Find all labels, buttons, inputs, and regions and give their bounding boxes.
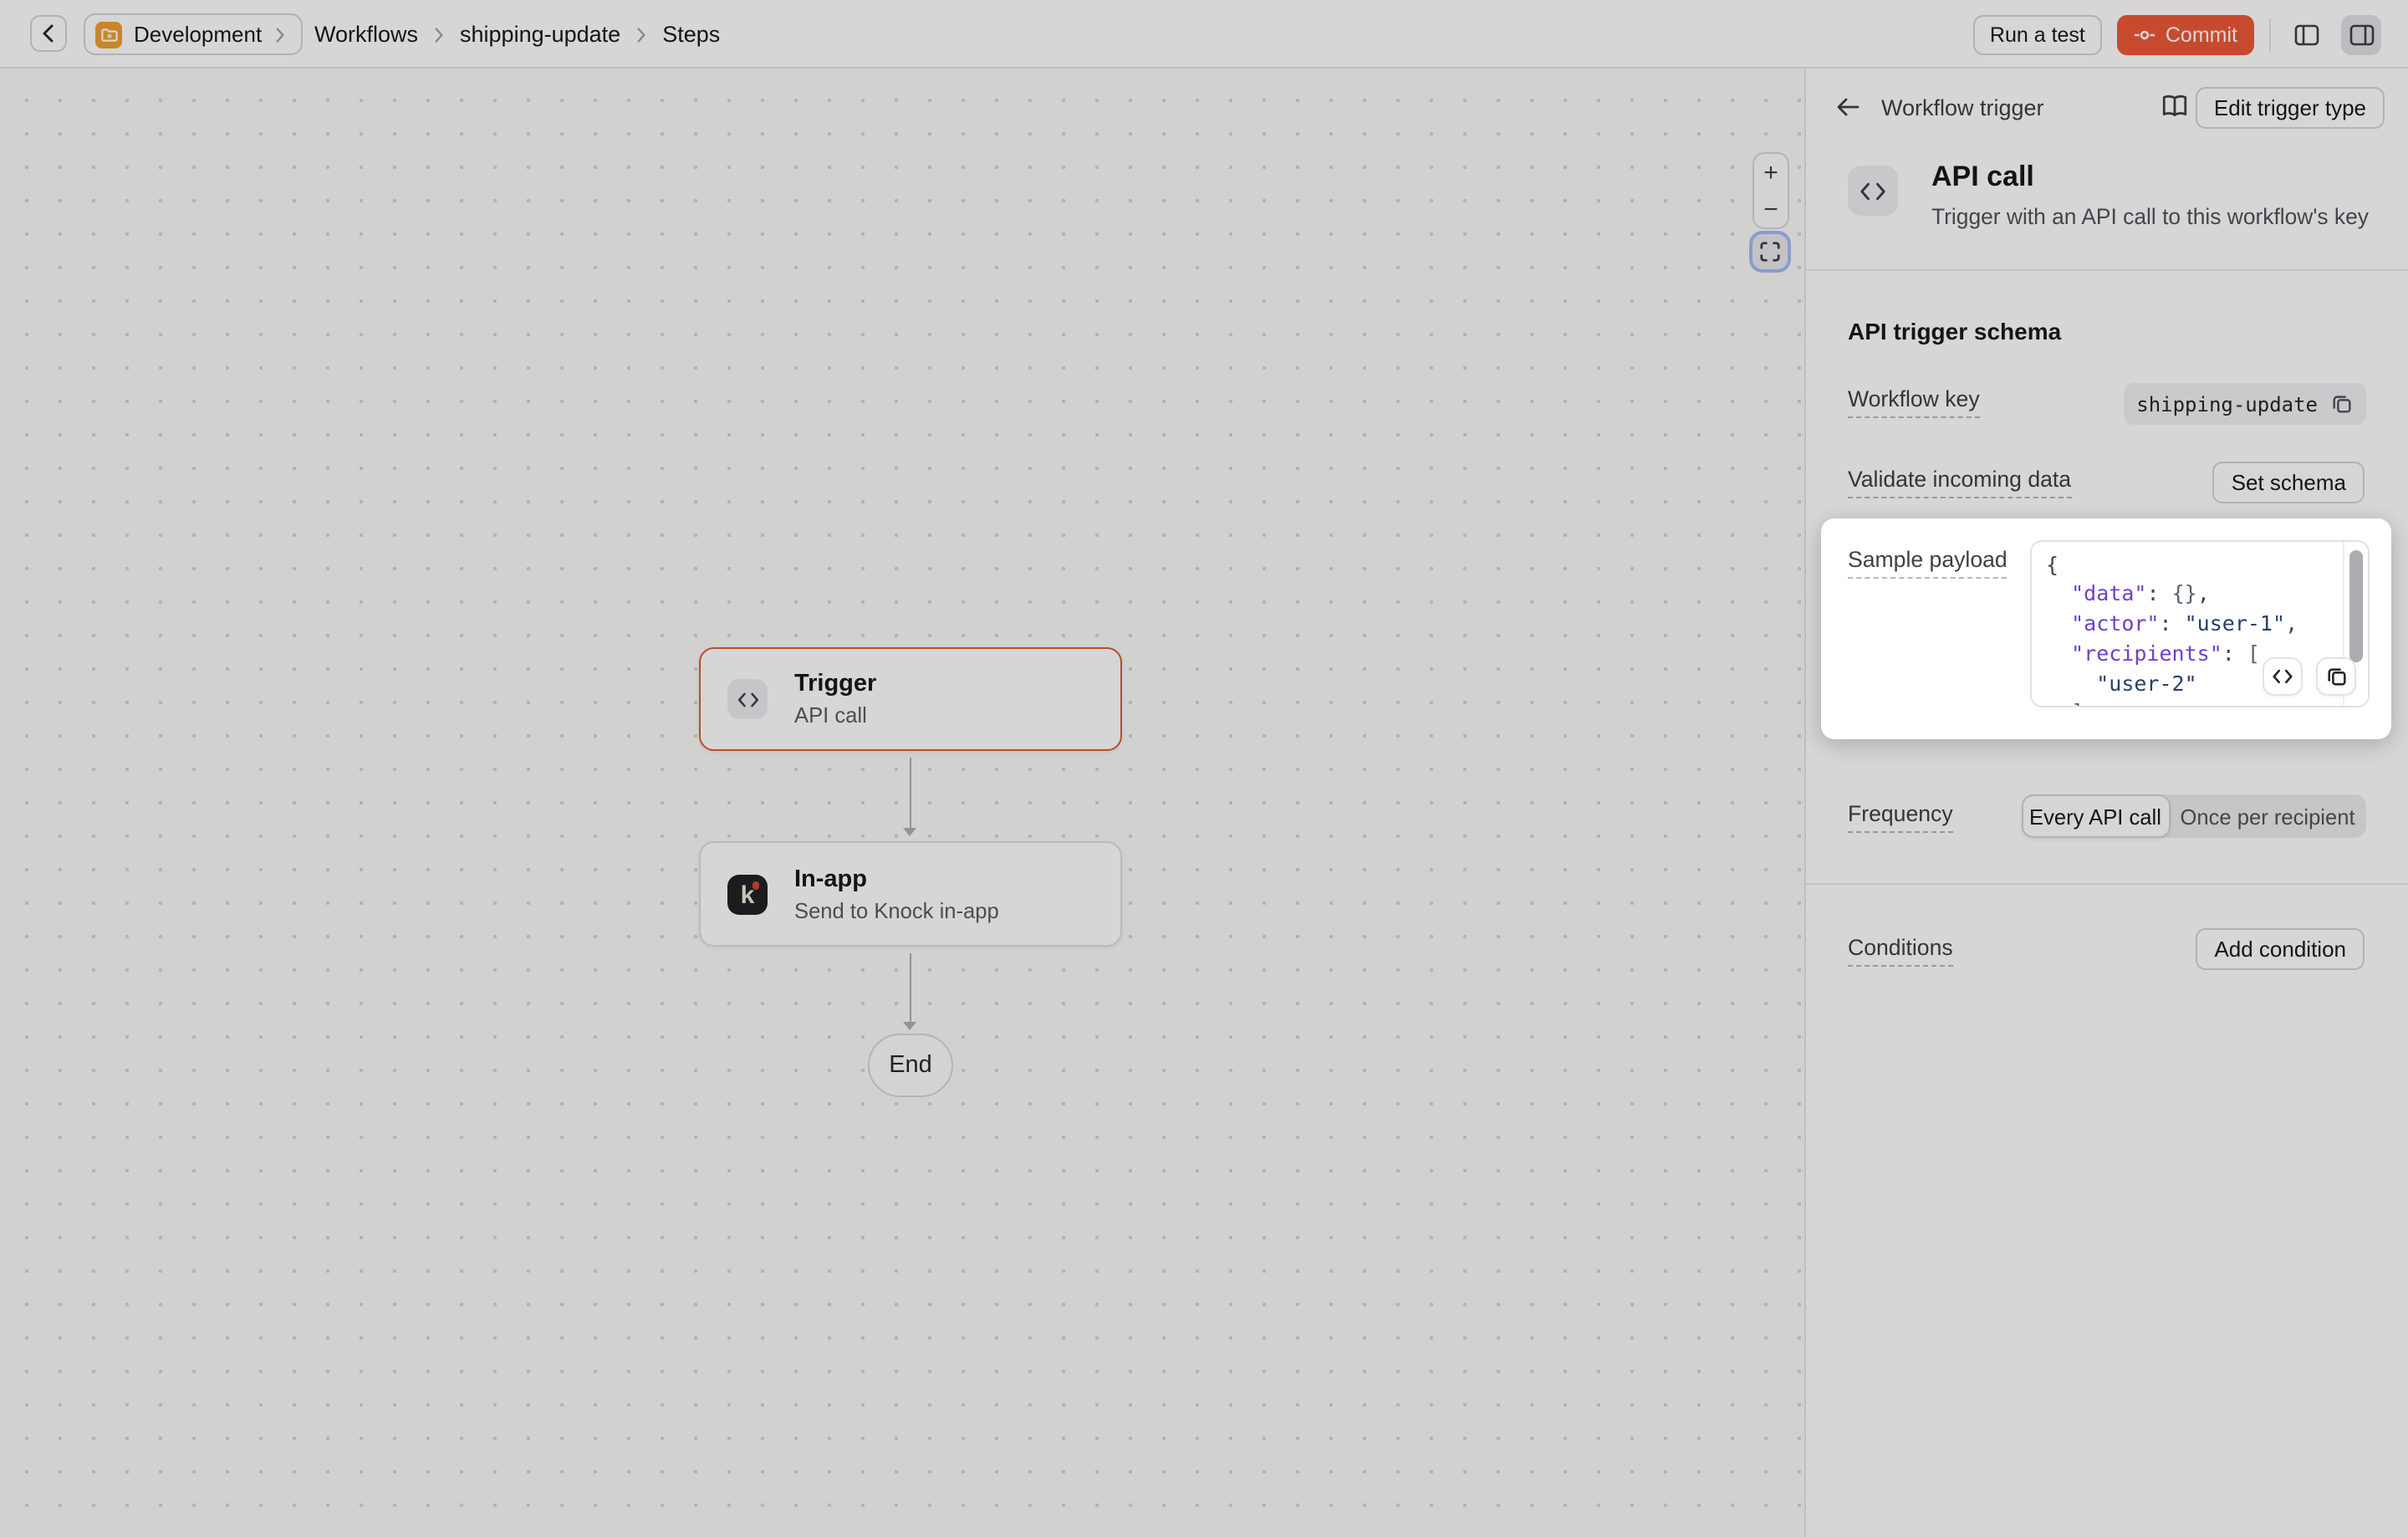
edit-trigger-type-button[interactable]: Edit trigger type (2196, 87, 2385, 129)
panel-divider (1806, 269, 2408, 271)
inapp-node-subtitle: Send to Knock in-app (794, 897, 999, 922)
workflow-canvas[interactable]: + − Trigger API call k In-app (0, 69, 1804, 1537)
schema-section-heading: API trigger schema (1848, 318, 2061, 345)
chevron-right-icon (635, 26, 647, 43)
panel-left-icon (2293, 23, 2319, 46)
commit-icon (2134, 28, 2155, 41)
set-schema-button[interactable]: Set schema (2213, 462, 2365, 503)
book-icon (2161, 94, 2189, 119)
top-bar-actions: Run a test Commit (1973, 0, 2381, 69)
app-window: Development Workflows shipping-update St… (0, 0, 2408, 1537)
breadcrumb: Workflows shipping-update Steps (314, 0, 720, 69)
scrollbar-thumb[interactable] (2349, 549, 2362, 661)
workflow-trigger-panel: Workflow trigger Edit trigger type API c… (1804, 69, 2408, 1537)
chevron-right-icon (433, 26, 445, 43)
chevron-right-icon (273, 26, 285, 43)
knock-logo-icon: k (727, 874, 768, 914)
trigger-type-title: API call (1931, 161, 2034, 194)
fit-view-button[interactable] (1749, 231, 1791, 273)
frequency-label: Frequency (1848, 801, 1953, 832)
frequency-option-every-api-call[interactable]: Every API call (2021, 794, 2170, 838)
validate-data-label: Validate incoming data (1848, 467, 2071, 498)
breadcrumb-workflows[interactable]: Workflows (314, 22, 418, 47)
fullscreen-icon (1759, 241, 1781, 263)
copy-icon (2325, 665, 2347, 687)
commit-label: Commit (2166, 23, 2237, 46)
api-call-icon (1848, 166, 1898, 216)
inapp-node-title: In-app (794, 866, 999, 892)
conditions-label: Conditions (1848, 935, 1953, 966)
top-bar-divider (2269, 18, 2271, 51)
workflow-key-label: Workflow key (1848, 386, 1980, 417)
frequency-option-once-per-recipient[interactable]: Once per recipient (2170, 794, 2365, 838)
environment-label: Development (134, 22, 262, 47)
code-icon (1860, 181, 1886, 200)
commit-button[interactable]: Commit (2117, 14, 2254, 54)
trigger-node-subtitle: API call (794, 702, 876, 728)
panel-divider (1806, 883, 2408, 885)
environment-selector[interactable]: Development (84, 13, 302, 55)
breadcrumb-steps[interactable]: Steps (662, 22, 720, 47)
panel-right-icon (2349, 23, 2374, 46)
environment-folder-icon (95, 21, 122, 48)
docs-button[interactable] (2161, 94, 2189, 127)
sample-payload-editor[interactable]: { "data": {}, "actor": "user-1", "recipi… (2030, 539, 2370, 707)
trigger-node[interactable]: Trigger API call (699, 647, 1122, 751)
edge-arrowhead (903, 1022, 916, 1030)
trigger-node-title: Trigger (794, 671, 876, 697)
panel-back-button[interactable] (1836, 95, 1860, 125)
edge-inapp-to-end (909, 953, 911, 1022)
zoom-out-button[interactable]: − (1763, 197, 1778, 222)
workflow-key-value[interactable]: shipping-update (2123, 383, 2366, 425)
inapp-node[interactable]: k In-app Send to Knock in-app (699, 841, 1122, 947)
chevron-left-icon (40, 23, 57, 43)
top-bar: Development Workflows shipping-update St… (0, 0, 2408, 69)
copy-icon (2331, 393, 2353, 415)
sample-payload-label: Sample payload (1848, 547, 2008, 578)
frequency-segmented-control: Every API call Once per recipient (2021, 794, 2365, 838)
right-panel-toggle[interactable] (2341, 14, 2381, 54)
zoom-controls: + − (1752, 152, 1789, 229)
add-condition-button[interactable]: Add condition (2196, 928, 2365, 970)
back-button[interactable] (30, 15, 67, 52)
run-a-test-button[interactable]: Run a test (1973, 14, 2102, 54)
panel-title: Workflow trigger (1881, 95, 2044, 120)
edge-arrowhead (903, 828, 916, 836)
arrow-left-icon (1836, 97, 1860, 117)
open-code-editor-button[interactable] (2263, 656, 2303, 695)
breadcrumb-workflow-key[interactable]: shipping-update (460, 22, 620, 47)
edge-trigger-to-inapp (909, 758, 911, 828)
code-icon (2273, 668, 2293, 683)
end-node[interactable]: End (868, 1034, 953, 1097)
copy-payload-button[interactable] (2316, 656, 2356, 695)
trigger-type-description: Trigger with an API call to this workflo… (1931, 204, 2369, 229)
code-icon (727, 679, 768, 719)
left-panel-toggle[interactable] (2286, 14, 2326, 54)
zoom-in-button[interactable]: + (1763, 160, 1778, 185)
